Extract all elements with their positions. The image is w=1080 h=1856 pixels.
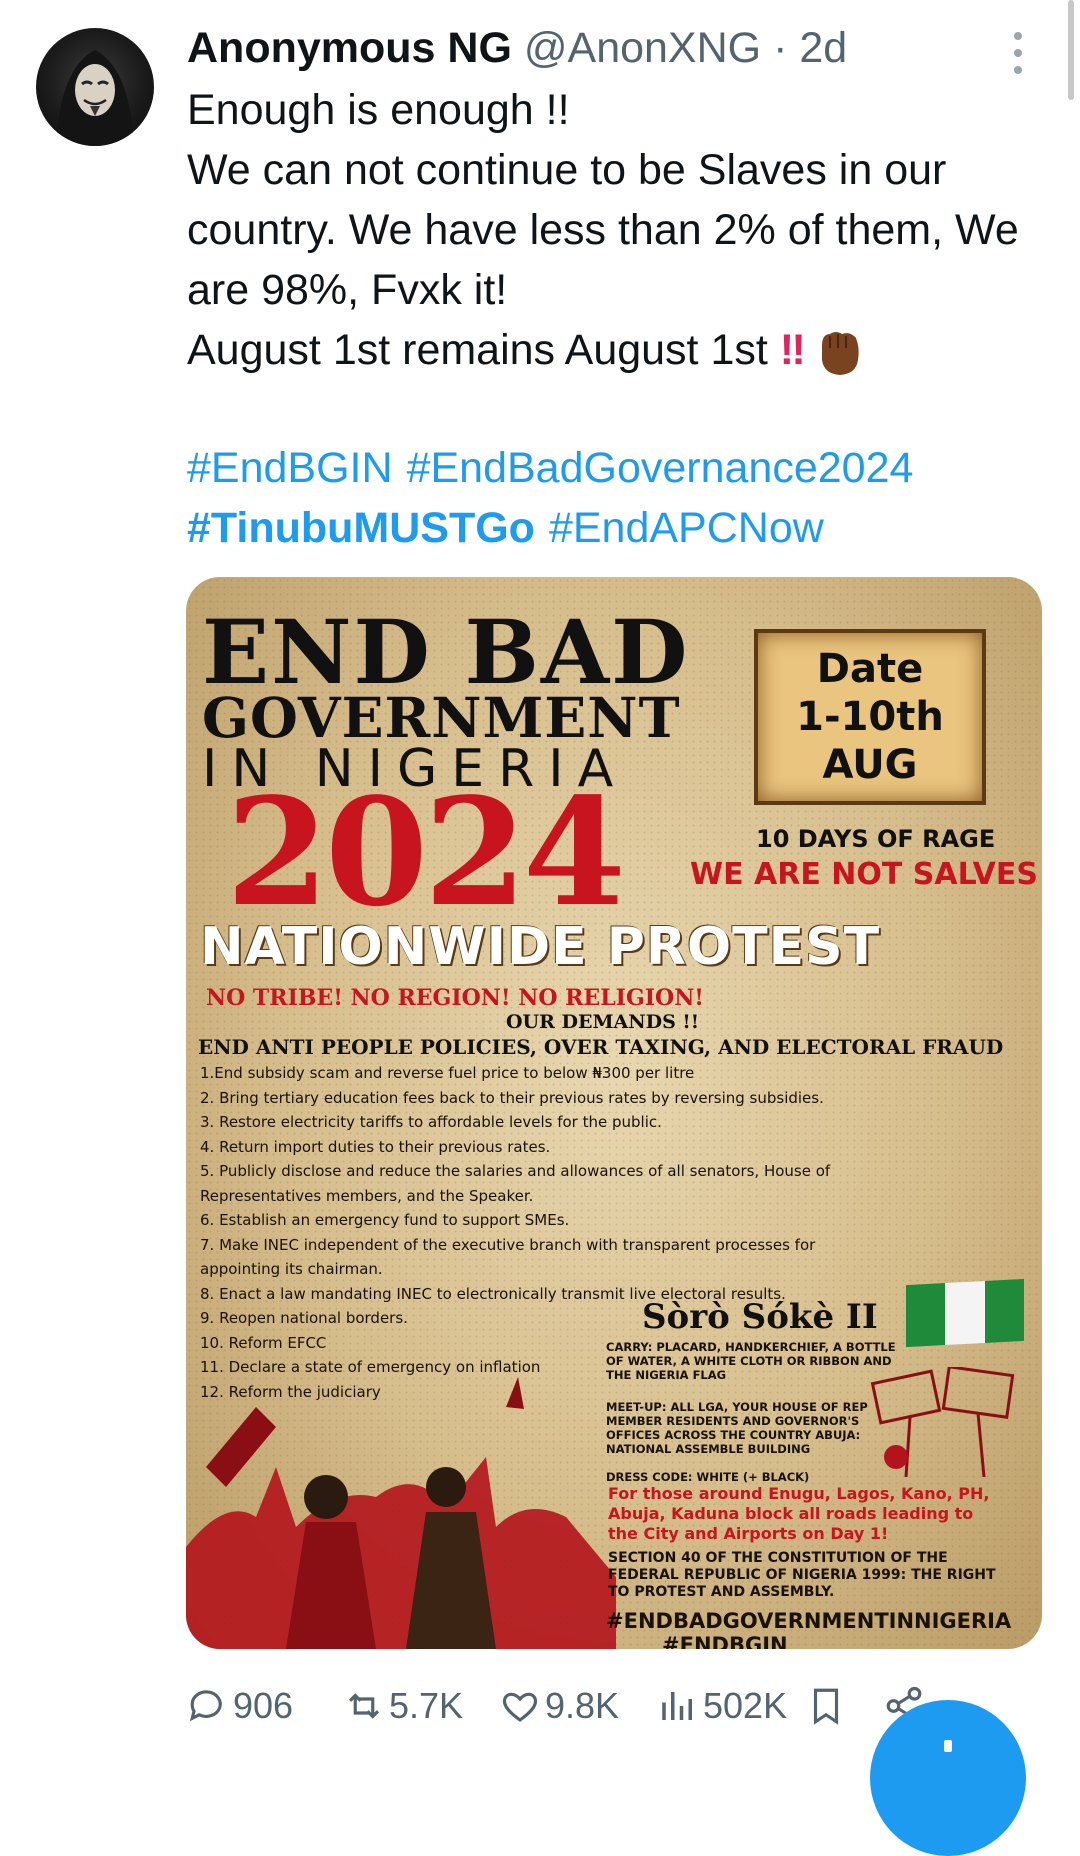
views-count: 502K — [703, 1685, 788, 1726]
poster-our-demands: OUR DEMANDS !! — [506, 1011, 700, 1033]
date-line: AUG — [822, 742, 918, 788]
hashtag-link[interactable]: #EndAPCNow — [549, 504, 824, 552]
poster-carry: CARRY: PLACARD, HANDKERCHIEF, A BOTTLE O… — [606, 1340, 896, 1382]
tweet-text: Enough is enough !! We can not continue … — [187, 80, 1027, 380]
like-icon — [502, 1692, 538, 1722]
tweet-line-text: August 1st remains August 1st — [187, 326, 768, 374]
poster-year: 2024 — [226, 765, 626, 939]
tweet-line: Enough is enough !! — [187, 86, 570, 134]
poster-soro-soke: Sòrò Sókè II — [642, 1297, 878, 1337]
poster-block-roads: For those around Enugu, Lagos, Kano, PH,… — [608, 1484, 990, 1543]
separator: · — [773, 24, 788, 72]
like-button[interactable]: 9.8K — [499, 1676, 619, 1736]
poster-dress-code: DRESS CODE: WHITE (+ BLACK) — [606, 1470, 810, 1484]
tweet-header: Anonymous NG @AnonXNG · 2d — [187, 22, 847, 74]
views-icon — [662, 1692, 692, 1720]
demand-item: 1.End subsidy scam and reverse fuel pric… — [200, 1064, 695, 1082]
hashtag-link[interactable]: #TinubuMUSTGo — [187, 504, 535, 552]
poster-hashtag: #ENDBADGOVERNMENTINNIGERIA — [606, 1609, 1012, 1633]
placard-illustration — [870, 1367, 1015, 1477]
bookmark-icon — [813, 1688, 839, 1725]
demand-item: 5. Publicly disclose and reduce the sala… — [200, 1162, 831, 1180]
repost-button[interactable]: 5.7K — [343, 1676, 463, 1736]
tweet-line: August 1st remains August 1st ‼ — [187, 320, 1027, 380]
compose-fab[interactable] — [870, 1700, 1026, 1856]
display-name[interactable]: Anonymous NG — [187, 24, 512, 72]
poster-hashtag: #ENDBGIN — [662, 1633, 788, 1649]
date-line: Date — [816, 646, 924, 692]
poster-meetup: MEET-UP: ALL LGA, YOUR HOUSE OF REP MEMB… — [606, 1400, 868, 1456]
poster-section-40: SECTION 40 OF THE CONSTITUTION OF THE FE… — [608, 1550, 996, 1600]
bookmark-button[interactable] — [805, 1676, 851, 1736]
poster-end-anti: END ANTI PEOPLE POLICIES, OVER TAXING, A… — [198, 1035, 1004, 1059]
scrollbar[interactable] — [1068, 0, 1074, 100]
demand-item: appointing its chairman. — [200, 1260, 383, 1278]
poster-slogan: WE ARE NOT SALVES — [690, 857, 1038, 892]
more-icon[interactable] — [1006, 32, 1030, 74]
handle[interactable]: @AnonXNG — [524, 24, 761, 72]
demand-item: 7. Make INEC independent of the executiv… — [200, 1235, 816, 1254]
demand-item: 2. Bring tertiary education fees back to… — [200, 1088, 824, 1107]
reply-count: 906 — [233, 1685, 294, 1726]
protest-crowd-illustration — [186, 1377, 616, 1649]
like-count: 9.8K — [545, 1685, 620, 1726]
poster-title: END BAD — [202, 600, 690, 704]
demand-item: 3. Restore electricity tariffs to afford… — [200, 1113, 662, 1131]
date-line: 1-10th — [796, 694, 944, 740]
double-exclamation-icon: ‼ — [779, 326, 806, 374]
timestamp[interactable]: 2d — [799, 24, 847, 72]
poster-rage: 10 DAYS OF RAGE — [756, 825, 996, 853]
anonymous-mask-icon — [56, 50, 134, 146]
fist-emoji-icon — [821, 331, 859, 375]
hashtag-link[interactable]: #EndBGIN — [187, 444, 393, 492]
reply-button[interactable]: 906 — [187, 1676, 293, 1736]
reply-icon — [189, 1690, 222, 1722]
hashtags: #EndBGIN #EndBadGovernance2024 #TinubuMUS… — [187, 438, 1047, 558]
repost-icon — [348, 1693, 380, 1719]
avatar[interactable] — [36, 28, 154, 146]
demand-item: Representatives members, and the Speaker… — [200, 1186, 534, 1205]
hashtag-link[interactable]: #EndBadGovernance2024 — [407, 444, 914, 492]
poster-date-box: Date 1-10th AUG — [754, 629, 986, 805]
nigeria-flag-icon — [906, 1278, 1024, 1348]
repost-count: 5.7K — [389, 1685, 464, 1726]
demand-item: 6. Establish an emergency fund to suppor… — [200, 1211, 570, 1229]
tweet-line: We can not continue to be Slaves in our … — [187, 146, 1019, 314]
views-button[interactable]: 502K — [657, 1676, 787, 1736]
poster-tribe: NO TRIBE! NO REGION! NO RELIGION! — [206, 985, 704, 1011]
demand-item: 4. Return import duties to their previou… — [200, 1137, 551, 1156]
tweet-media-poster[interactable]: END BAD GOVERNMENT IN NIGERIA 2024 Date … — [186, 577, 1042, 1649]
poster-nationwide: NATIONWIDE PROTEST — [200, 917, 881, 977]
